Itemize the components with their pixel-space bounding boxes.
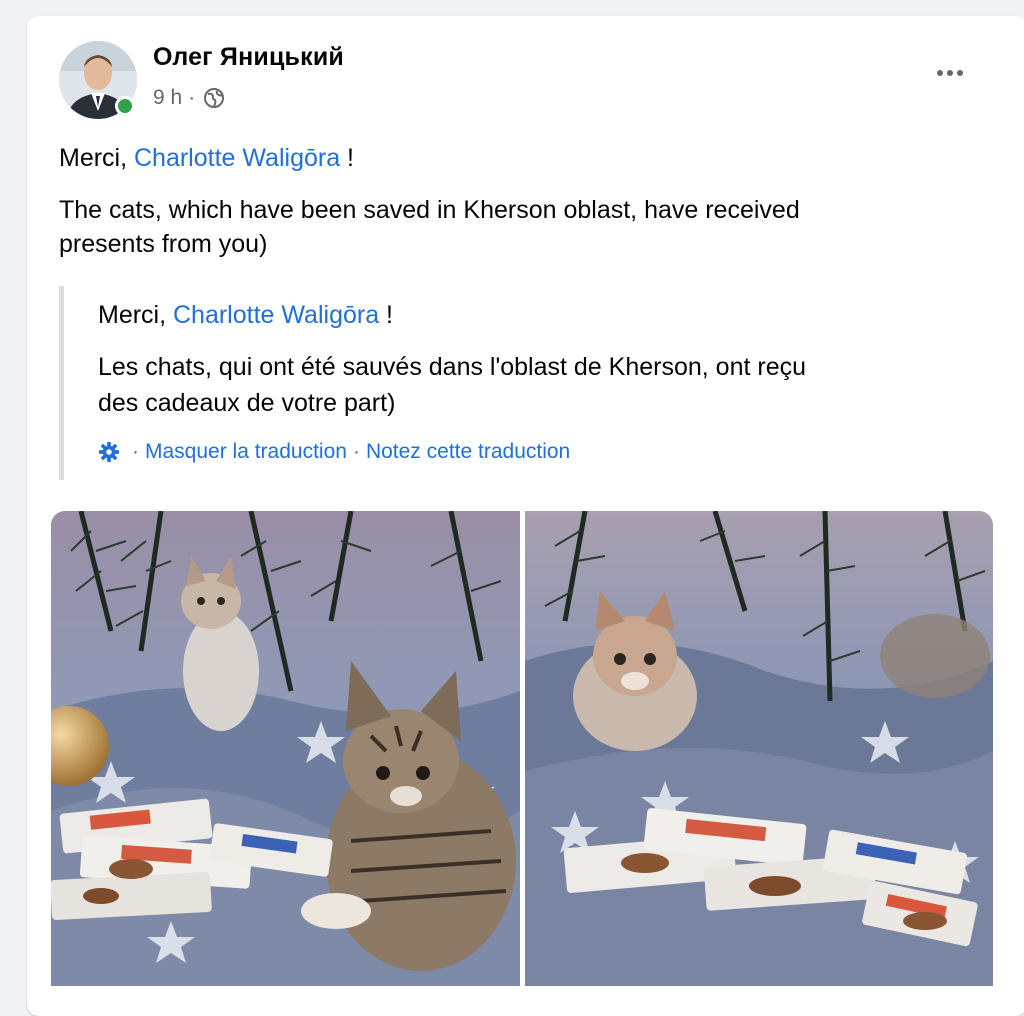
translation-quote-bar: [59, 286, 64, 480]
mention-link[interactable]: Charlotte Waligōra: [134, 144, 340, 172]
post-greeting: Merci, Charlotte Waligōra !: [59, 141, 354, 175]
post-photo-1[interactable]: [51, 511, 520, 986]
translation-separator-2: ·: [352, 440, 360, 463]
translation-actions: · Masquer la traduction · Notez cette tr…: [98, 440, 570, 464]
hide-translation-link[interactable]: Masquer la traduction: [145, 440, 347, 464]
post-time[interactable]: 9 h: [153, 86, 182, 110]
translation-greeting-suffix: !: [379, 301, 394, 329]
translation-line-2: des cadeaux de votre part): [98, 389, 396, 417]
greeting-suffix: !: [340, 144, 355, 172]
translation-separator-1: ·: [132, 440, 139, 463]
post-meta: 9 h ·: [153, 86, 225, 110]
globe-icon[interactable]: [203, 87, 225, 109]
author-name[interactable]: Олег Яницький: [153, 43, 344, 72]
translation-greeting-text: Merci,: [98, 301, 173, 329]
translation-line-1: Les chats, qui ont été sauvés dans l'obl…: [98, 353, 806, 381]
post-photo-2[interactable]: [525, 511, 993, 986]
greeting-text: Merci,: [59, 144, 134, 172]
rate-translation-link[interactable]: Notez cette traduction: [366, 440, 570, 464]
meta-separator: ·: [188, 86, 196, 109]
post-text-line-1: The cats, which have been saved in Khers…: [59, 196, 800, 224]
gear-icon[interactable]: [98, 441, 120, 463]
translation-greeting: Merci, Charlotte Waligōra !: [98, 298, 393, 332]
cats-photo-image-1: [51, 511, 520, 986]
online-status-dot: [115, 96, 135, 116]
cats-photo-image-2: [525, 511, 993, 986]
more-options-icon[interactable]: [930, 58, 970, 88]
post-text-line-2: presents from you): [59, 230, 268, 258]
translation-mention-link[interactable]: Charlotte Waligōra: [173, 301, 379, 329]
